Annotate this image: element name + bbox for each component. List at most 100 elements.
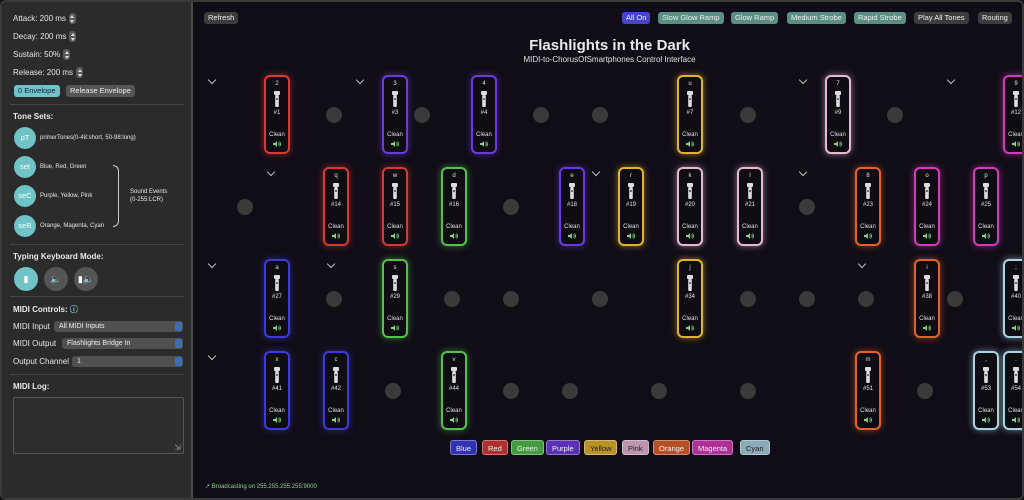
flashlight-card[interactable]: a #27 Clean: [264, 259, 290, 338]
envelope-button[interactable]: 0 Envelope: [14, 85, 60, 97]
tone-set-pt-button[interactable]: pT: [14, 127, 36, 149]
legend-green-button[interactable]: Green: [511, 440, 544, 455]
flashlight-card[interactable]: , #53 Clean: [973, 351, 999, 430]
speaker-icon[interactable]: [568, 232, 577, 240]
flashlight-card[interactable]: u #7 Clean: [677, 75, 703, 154]
speaker-icon[interactable]: [834, 140, 843, 148]
speaker-icon[interactable]: [450, 416, 459, 424]
legend-red-button[interactable]: Red: [482, 440, 508, 455]
speaker-icon[interactable]: [332, 232, 341, 240]
empty-seat-dot[interactable]: [503, 383, 519, 399]
tone-set-set-button[interactable]: set: [14, 156, 36, 178]
release-stepper[interactable]: [76, 67, 84, 78]
empty-seat-dot[interactable]: [326, 107, 342, 123]
midi-input-select[interactable]: All MIDI Inputs: [54, 321, 183, 332]
rapid-strobe-button[interactable]: Rapid Strobe: [854, 12, 906, 24]
chevron-down-icon[interactable]: [591, 167, 601, 177]
flashlight-card[interactable]: q #14 Clean: [323, 167, 349, 246]
flashlight-card[interactable]: 2 #1 Clean: [264, 75, 290, 154]
speaker-icon[interactable]: [982, 232, 991, 240]
flashlight-card[interactable]: k #20 Clean: [677, 167, 703, 246]
speaker-icon[interactable]: [1012, 324, 1021, 332]
chevron-down-icon[interactable]: [207, 75, 217, 85]
flashlight-card[interactable]: j #34 Clean: [677, 259, 703, 338]
midi-log-textarea[interactable]: ⇲: [13, 397, 184, 454]
speaker-icon[interactable]: [746, 232, 755, 240]
medium-strobe-button[interactable]: Medium Strobe: [787, 12, 846, 24]
empty-seat-dot[interactable]: [533, 107, 549, 123]
flashlight-card[interactable]: d #16 Clean: [441, 167, 467, 246]
legend-yellow-button[interactable]: Yellow: [584, 440, 618, 455]
tone-set-ser-button[interactable]: seR: [14, 215, 36, 237]
speaker-icon[interactable]: [686, 324, 695, 332]
legend-purple-button[interactable]: Purple: [546, 440, 580, 455]
speaker-icon[interactable]: [273, 324, 282, 332]
typing-mode-both-button[interactable]: ▮🔈: [74, 267, 98, 291]
speaker-icon[interactable]: [923, 324, 932, 332]
empty-seat-dot[interactable]: [947, 291, 963, 307]
chevron-down-icon[interactable]: [798, 167, 808, 177]
empty-seat-dot[interactable]: [917, 383, 933, 399]
empty-seat-dot[interactable]: [592, 107, 608, 123]
release-envelope-button[interactable]: Release Envelope: [66, 85, 135, 97]
sustain-stepper[interactable]: [63, 49, 71, 60]
flashlight-card[interactable]: v #44 Clean: [441, 351, 467, 430]
flashlight-card[interactable]: 3 #3 Clean: [382, 75, 408, 154]
all-on-button[interactable]: All On: [622, 12, 651, 24]
legend-magenta-button[interactable]: Magenta: [692, 440, 734, 455]
legend-pink-button[interactable]: Pink: [622, 440, 649, 455]
flashlight-card[interactable]: l #21 Clean: [737, 167, 763, 246]
flashlight-card[interactable]: 7 #9 Clean: [825, 75, 851, 154]
flashlight-card[interactable]: ; #40 Clean: [1003, 259, 1022, 338]
chevron-down-icon[interactable]: [326, 259, 336, 269]
flashlight-card[interactable]: 4 #4 Clean: [471, 75, 497, 154]
legend-orange-button[interactable]: Orange: [653, 440, 691, 455]
speaker-icon[interactable]: [332, 416, 341, 424]
speaker-icon[interactable]: [273, 140, 282, 148]
chevron-down-icon[interactable]: [798, 75, 808, 85]
chevron-down-icon[interactable]: [207, 351, 217, 361]
output-channel-select[interactable]: 1: [72, 356, 183, 367]
speaker-icon[interactable]: [1012, 416, 1021, 424]
empty-seat-dot[interactable]: [503, 291, 519, 307]
empty-seat-dot[interactable]: [385, 383, 401, 399]
speaker-icon[interactable]: [480, 140, 489, 148]
empty-seat-dot[interactable]: [887, 107, 903, 123]
speaker-icon[interactable]: [1012, 140, 1021, 148]
tone-set-sec-button[interactable]: seC: [14, 185, 36, 207]
decay-stepper[interactable]: [69, 31, 77, 42]
empty-seat-dot[interactable]: [503, 199, 519, 215]
speaker-icon[interactable]: [864, 232, 873, 240]
empty-seat-dot[interactable]: [740, 383, 756, 399]
play-all-tones-button[interactable]: Play All Tones: [914, 12, 969, 24]
empty-seat-dot[interactable]: [592, 291, 608, 307]
flashlight-card[interactable]: c #42 Clean: [323, 351, 349, 430]
speaker-icon[interactable]: [864, 416, 873, 424]
speaker-icon[interactable]: [686, 232, 695, 240]
typing-mode-single-button[interactable]: ▮: [14, 267, 38, 291]
speaker-icon[interactable]: [923, 232, 932, 240]
empty-seat-dot[interactable]: [799, 291, 815, 307]
empty-seat-dot[interactable]: [237, 199, 253, 215]
chevron-down-icon[interactable]: [266, 167, 276, 177]
speaker-icon[interactable]: [391, 324, 400, 332]
speaker-icon[interactable]: [450, 232, 459, 240]
empty-seat-dot[interactable]: [740, 291, 756, 307]
flashlight-card[interactable]: e #18 Clean: [559, 167, 585, 246]
flashlight-card[interactable]: o #24 Clean: [914, 167, 940, 246]
midi-output-select[interactable]: Flashlights Bridge In: [62, 338, 183, 349]
glow-ramp-button[interactable]: Glow Ramp: [731, 12, 779, 24]
empty-seat-dot[interactable]: [740, 107, 756, 123]
empty-seat-dot[interactable]: [858, 291, 874, 307]
speaker-icon[interactable]: [627, 232, 636, 240]
flashlight-card[interactable]: . #54 Clean: [1003, 351, 1022, 430]
flashlight-card[interactable]: m #51 Clean: [855, 351, 881, 430]
empty-seat-dot[interactable]: [651, 383, 667, 399]
flashlight-card[interactable]: r #19 Clean: [618, 167, 644, 246]
chevron-down-icon[interactable]: [355, 75, 365, 85]
flashlight-card[interactable]: p #25 Clean: [973, 167, 999, 246]
empty-seat-dot[interactable]: [562, 383, 578, 399]
speaker-icon[interactable]: [391, 140, 400, 148]
speaker-icon[interactable]: [273, 416, 282, 424]
chevron-down-icon[interactable]: [207, 259, 217, 269]
